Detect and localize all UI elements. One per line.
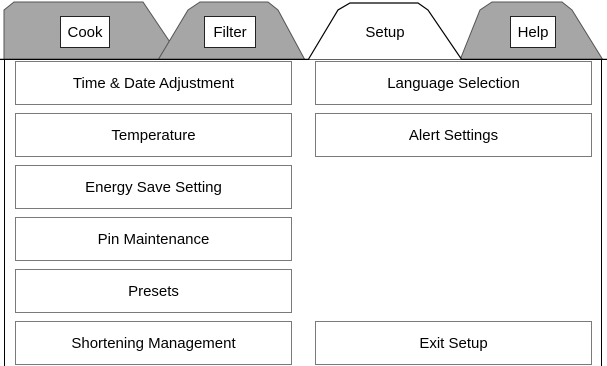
language-selection-button[interactable]: Language Selection xyxy=(315,61,592,105)
presets-button[interactable]: Presets xyxy=(15,269,292,313)
tab-help[interactable]: Help xyxy=(510,16,556,48)
tab-filter[interactable]: Filter xyxy=(204,16,256,48)
shortening-management-button[interactable]: Shortening Management xyxy=(15,321,292,365)
energy-save-setting-button[interactable]: Energy Save Setting xyxy=(15,165,292,209)
tab-cook[interactable]: Cook xyxy=(60,16,110,48)
alert-settings-button[interactable]: Alert Settings xyxy=(315,113,592,157)
pin-maintenance-button[interactable]: Pin Maintenance xyxy=(15,217,292,261)
frame-left-border xyxy=(4,60,5,366)
temperature-button[interactable]: Temperature xyxy=(15,113,292,157)
tab-setup[interactable]: Setup xyxy=(355,16,415,48)
frame-right-border xyxy=(601,60,602,366)
time-date-adjustment-button[interactable]: Time & Date Adjustment xyxy=(15,61,292,105)
exit-setup-button[interactable]: Exit Setup xyxy=(315,321,592,365)
